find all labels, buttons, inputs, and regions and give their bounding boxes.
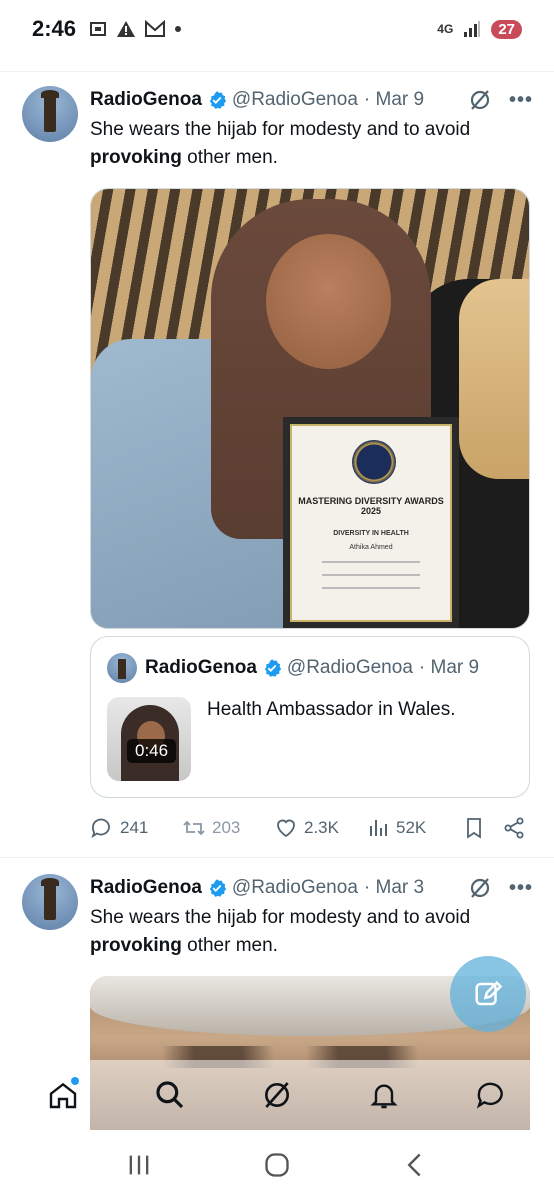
status-time: 2:46: [32, 16, 77, 41]
previous-tweet-edge: [0, 58, 554, 72]
tweet-text-part: She wears the hijab for modesty and to a…: [90, 119, 471, 140]
nav-grok[interactable]: [249, 1067, 305, 1123]
tweet-text: She wears the hijab for modesty and to a…: [90, 116, 534, 172]
quoted-display-name: RadioGenoa: [145, 657, 257, 678]
dot-icon: [175, 26, 182, 32]
nav-messages[interactable]: [463, 1067, 519, 1123]
avatar[interactable]: [22, 874, 78, 930]
status-right: 4G 27: [437, 19, 522, 39]
quoted-header: RadioGenoa @RadioGenoa · Mar 9: [145, 655, 513, 681]
tweet-image[interactable]: MASTERING DIVERSITY AWARDS 2025 DIVERSIT…: [90, 188, 530, 629]
recents-icon: [129, 1155, 149, 1175]
views-icon: [370, 820, 387, 836]
share-icon: [504, 817, 524, 839]
quoted-date: · Mar 9: [418, 657, 480, 678]
tweet-text-part-end: other men.: [181, 935, 278, 956]
more-options-icon[interactable]: •••: [508, 877, 534, 900]
grok-icon[interactable]: [468, 88, 492, 112]
retweet-icon: [183, 820, 205, 836]
quoted-text: Health Ambassador in Wales.: [207, 699, 456, 720]
network-label: 4G: [437, 22, 454, 36]
seal-icon: [352, 440, 396, 484]
verified-badge-icon: [264, 659, 282, 677]
grok-icon: [264, 1082, 289, 1108]
warning-icon: [117, 21, 136, 37]
tweet-header: RadioGenoa @RadioGenoa · Mar 3 •••: [90, 874, 534, 902]
nav-notifications[interactable]: [356, 1067, 412, 1123]
retweet-count: 203: [212, 818, 241, 837]
view-count: 52K: [396, 818, 427, 837]
nav-home[interactable]: [35, 1067, 91, 1123]
avatar[interactable]: [22, 86, 78, 142]
system-home-button[interactable]: [247, 1140, 307, 1190]
signal-icon: [464, 21, 481, 37]
gmail-icon: [145, 20, 166, 37]
notifications-icon: [370, 1084, 398, 1109]
retweet-button[interactable]: 203: [182, 816, 274, 840]
tweet-date[interactable]: · Mar 9: [364, 89, 424, 111]
back-icon: [407, 1153, 421, 1177]
compose-icon: [475, 980, 503, 1006]
tweet-text-part-end: other men.: [181, 147, 278, 168]
battery-indicator: 27: [491, 19, 522, 39]
display-name[interactable]: RadioGenoa: [90, 877, 202, 899]
certificate-subtitle: DIVERSITY IN HEALTH: [333, 530, 409, 537]
more-options-icon[interactable]: •••: [508, 89, 534, 112]
tweet-text-bold: provoking: [90, 147, 182, 168]
recents-button[interactable]: [109, 1140, 169, 1190]
search-icon: [156, 1081, 184, 1109]
compose-button[interactable]: [450, 956, 526, 1032]
tweet-text-part: She wears the hijab for modesty and to a…: [90, 907, 471, 928]
certificate: MASTERING DIVERSITY AWARDS 2025 DIVERSIT…: [283, 417, 459, 628]
handle[interactable]: @RadioGenoa: [232, 877, 358, 899]
bottom-navigation: [0, 1060, 554, 1130]
certificate-title: MASTERING DIVERSITY AWARDS 2025: [298, 496, 444, 516]
reply-button[interactable]: 241: [90, 816, 182, 840]
tweet-divider: [0, 857, 554, 858]
status-bar: 2:46 4G 27: [0, 0, 554, 58]
status-notification-icons: [88, 19, 182, 39]
verified-badge-icon: [209, 91, 227, 109]
share-button[interactable]: [502, 816, 526, 840]
system-back-button[interactable]: [385, 1140, 445, 1190]
quoted-avatar: [107, 653, 137, 683]
tweet-date[interactable]: · Mar 3: [364, 877, 424, 899]
reply-count: 241: [120, 818, 149, 837]
screenshot-icon: [90, 22, 107, 36]
bookmark-button[interactable]: [462, 816, 502, 840]
tweet-text-bold: provoking: [90, 935, 182, 956]
display-name[interactable]: RadioGenoa: [90, 89, 202, 111]
tweet-header: RadioGenoa @RadioGenoa · Mar 9 •••: [90, 86, 534, 114]
like-button[interactable]: 2.3K: [274, 816, 366, 840]
verified-badge-icon: [209, 879, 227, 897]
certificate-name: Athika Ahmed: [349, 544, 393, 551]
tweet[interactable]: RadioGenoa @RadioGenoa · Mar 9 ••• She w…: [0, 72, 554, 856]
grok-icon[interactable]: [468, 876, 492, 900]
reply-icon: [91, 818, 110, 839]
video-thumbnail[interactable]: 0:46: [107, 697, 191, 781]
handle[interactable]: @RadioGenoa: [232, 89, 358, 111]
heart-icon: [277, 819, 295, 838]
like-count: 2.3K: [304, 818, 339, 837]
home-circle-icon: [265, 1153, 289, 1177]
views-button[interactable]: 52K: [366, 816, 462, 840]
tweet-text: She wears the hijab for modesty and to a…: [90, 904, 534, 960]
quoted-handle: @RadioGenoa: [286, 657, 413, 678]
system-navigation: [0, 1130, 554, 1200]
video-duration: 0:46: [127, 739, 177, 763]
tweet-actions: 241 203 2.3K 52K: [90, 813, 532, 843]
nav-search[interactable]: [142, 1067, 198, 1123]
messages-icon: [476, 1082, 503, 1109]
quoted-tweet[interactable]: RadioGenoa @RadioGenoa · Mar 9 0:46 Heal…: [90, 636, 530, 798]
bookmark-icon: [467, 818, 481, 839]
